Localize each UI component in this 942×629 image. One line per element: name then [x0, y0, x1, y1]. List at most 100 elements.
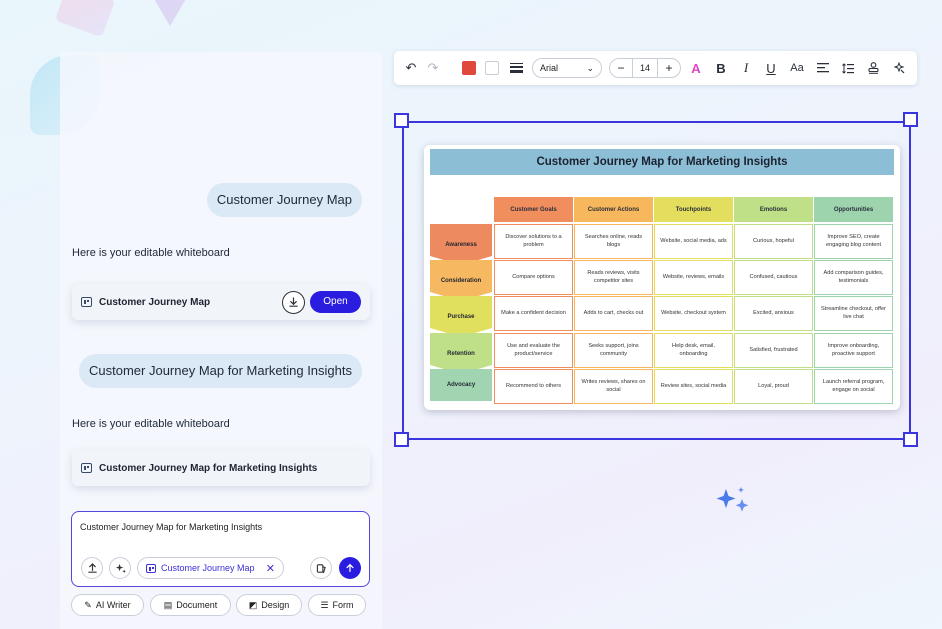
italic-icon[interactable]: I — [737, 51, 755, 85]
document-label: Document — [176, 600, 218, 610]
document-button[interactable]: ▤ Document — [150, 594, 231, 616]
attachment-chip-label: Customer Journey Map — [161, 563, 255, 573]
send-arrow-icon — [346, 563, 354, 572]
text-case-icon[interactable]: Aa — [787, 51, 807, 85]
line-weight-icon[interactable] — [507, 51, 525, 85]
font-select-value: Arial — [540, 63, 559, 73]
map-cell: Adds to cart, checks out — [574, 296, 653, 331]
map-cell: Make a confident decision — [494, 296, 573, 331]
background-shape — [150, 0, 190, 26]
increase-size-button[interactable]: + — [658, 61, 680, 75]
map-cell: Help desk, email, onboarding — [654, 333, 733, 368]
column-header: Customer Goals — [494, 197, 573, 222]
upload-icon — [87, 562, 97, 573]
map-cell: Launch referral program, engage on socia… — [814, 369, 893, 404]
whiteboard-icon — [146, 563, 156, 573]
pen-icon: ✎ — [84, 599, 92, 610]
map-cell: Recommend to others — [494, 369, 573, 404]
map-cell: Curious, hopeful — [734, 224, 813, 259]
form-button[interactable]: ☰ Form — [308, 594, 366, 616]
map-cell: Review sites, social media — [654, 369, 733, 404]
stroke-color-swatch[interactable] — [485, 61, 499, 75]
map-cell: Use and evaluate the product/service — [494, 333, 573, 368]
open-button[interactable]: Open — [310, 291, 361, 313]
column-header: Opportunities — [814, 197, 893, 222]
map-cell: Writes reviews, shares on social — [574, 369, 653, 404]
text-color-icon[interactable]: A — [687, 51, 705, 85]
map-cell: Loyal, proud — [734, 369, 813, 404]
decrease-size-button[interactable]: − — [610, 61, 632, 75]
map-cell: Discover solutions to a problem — [494, 224, 573, 259]
map-cell: Compare options — [494, 260, 573, 295]
resize-handle-bottom-right[interactable] — [903, 432, 918, 447]
stage-label: Retention — [430, 333, 492, 374]
format-toolbar: ↶ ↷ Arial ⌄ − 14 + A B I U Aa — [394, 51, 917, 85]
map-cell: Excited, anxious — [734, 296, 813, 331]
user-message: Customer Journey Map for Marketing Insig… — [79, 354, 362, 388]
chevron-down-icon: ⌄ — [586, 62, 594, 73]
column-header: Customer Actions — [574, 197, 653, 222]
board-title: Customer Journey Map for Marketing Insig… — [430, 149, 894, 175]
line-spacing-icon[interactable] — [839, 51, 857, 85]
map-cell: Satisfied, frustrated — [734, 333, 813, 368]
ai-enhance-button[interactable] — [109, 557, 131, 579]
upload-button[interactable] — [81, 557, 103, 579]
whiteboard-card-title: Customer Journey Map for Marketing Insig… — [99, 462, 318, 474]
redo-icon[interactable]: ↷ — [424, 51, 442, 85]
style-icon — [316, 563, 326, 573]
map-cell: Website, checkout system — [654, 296, 733, 331]
stage-label: Purchase — [430, 296, 492, 337]
stamp-icon[interactable] — [864, 51, 882, 85]
assistant-message: Here is your editable whiteboard — [72, 247, 230, 259]
stage-label: Consideration — [430, 260, 492, 301]
ai-writer-label: AI Writer — [95, 600, 131, 610]
map-cell: Reads reviews, visits competitor sites — [574, 260, 653, 295]
bold-icon[interactable]: B — [712, 51, 730, 85]
map-cell: Improve onboarding, proactive support — [814, 333, 893, 368]
user-message: Customer Journey Map — [206, 183, 362, 217]
font-size-value[interactable]: 14 — [632, 59, 658, 77]
resize-handle-top-left[interactable] — [394, 113, 409, 128]
style-button[interactable] — [310, 557, 332, 579]
map-cell: Website, social media, ads — [654, 224, 733, 259]
whiteboard-card-title: Customer Journey Map — [99, 296, 211, 308]
remove-attachment-icon[interactable]: ✕ — [266, 562, 275, 575]
map-cell: Seeks support, joins community — [574, 333, 653, 368]
whiteboard-card[interactable]: Customer Journey Map Open — [72, 284, 370, 320]
resize-handle-top-right[interactable] — [903, 112, 918, 127]
sparkle-icon — [716, 487, 749, 512]
map-cell: Searches online, reads blogs — [574, 224, 653, 259]
map-cell: Website, reviews, emails — [654, 260, 733, 295]
magic-icon[interactable] — [890, 51, 908, 85]
attachment-chip[interactable]: Customer Journey Map ✕ — [137, 557, 284, 579]
stage-label: Advocacy — [430, 369, 492, 401]
chat-input-text[interactable]: Customer Journey Map for Marketing Insig… — [80, 522, 262, 532]
download-button[interactable] — [282, 290, 305, 314]
stage-label: Awareness — [430, 224, 492, 265]
whiteboard-icon — [81, 297, 92, 307]
sparkle-icon — [115, 563, 126, 573]
font-size-stepper[interactable]: − 14 + — [609, 58, 681, 78]
design-label: Design — [261, 600, 290, 610]
design-button[interactable]: ◩ Design — [236, 594, 302, 616]
map-cell: Streamline checkout, offer live chat — [814, 296, 893, 331]
document-icon: ▤ — [163, 599, 173, 610]
underline-icon[interactable]: U — [762, 51, 780, 85]
whiteboard-card[interactable]: Customer Journey Map for Marketing Insig… — [72, 450, 370, 486]
journey-map-board[interactable]: Customer Journey Map for Marketing Insig… — [424, 145, 900, 410]
chat-input[interactable]: Customer Journey Map for Marketing Insig… — [71, 511, 370, 587]
download-icon — [289, 296, 298, 307]
map-cell: Improve SEO, create engaging blog conten… — [814, 224, 893, 259]
resize-handle-bottom-left[interactable] — [394, 432, 409, 447]
form-icon: ☰ — [320, 599, 329, 610]
design-icon: ◩ — [248, 599, 258, 610]
undo-icon[interactable]: ↶ — [402, 51, 420, 85]
font-select[interactable]: Arial ⌄ — [532, 58, 602, 78]
align-icon[interactable] — [814, 51, 832, 85]
ai-writer-button[interactable]: ✎ AI Writer — [71, 594, 144, 616]
send-button[interactable] — [339, 557, 361, 579]
whiteboard-icon — [81, 463, 92, 473]
column-header: Emotions — [734, 197, 813, 222]
chat-panel: Customer Journey Map Here is your editab… — [60, 52, 382, 629]
fill-color-swatch[interactable] — [462, 61, 476, 75]
